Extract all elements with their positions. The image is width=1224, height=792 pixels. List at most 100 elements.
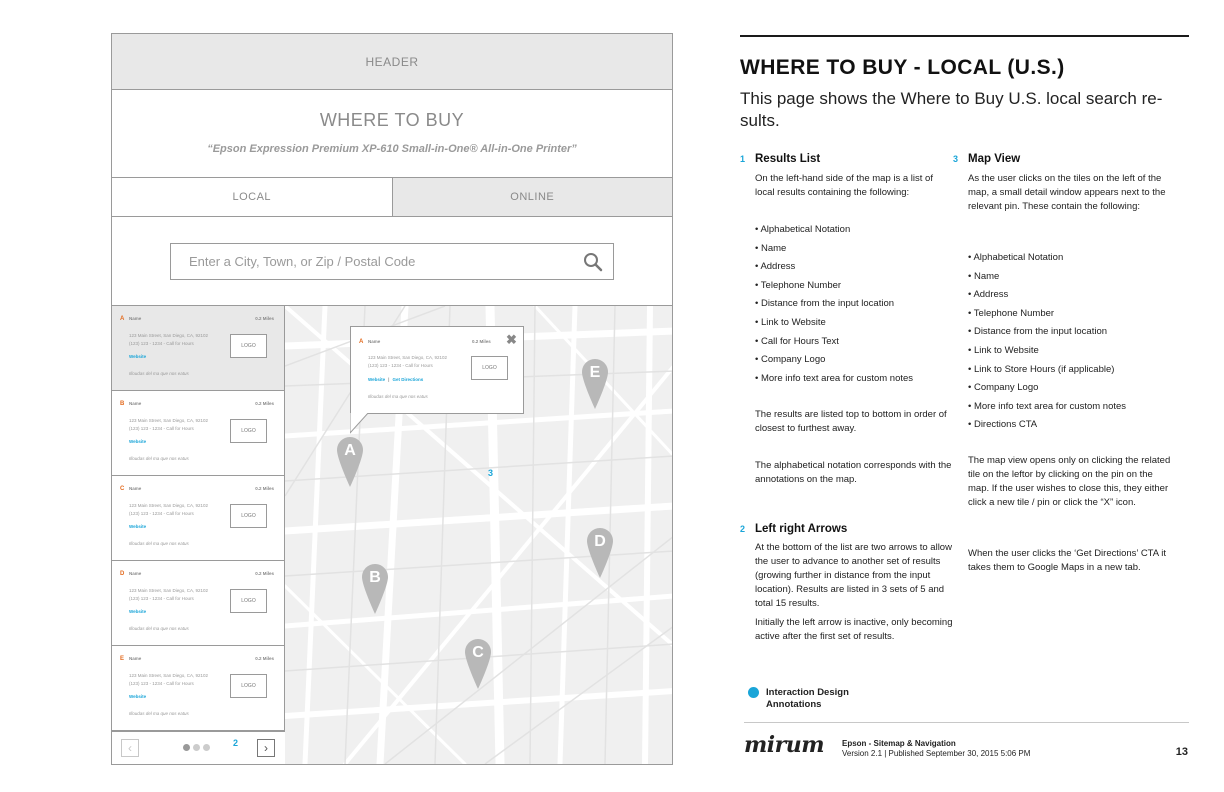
result-website-link[interactable]: Website (129, 609, 146, 614)
tab-local[interactable]: LOCAL (112, 178, 393, 216)
map-detail-popup: A Name 0.2 Miles ✖ 123 Main Street, San … (350, 326, 524, 414)
tab-online[interactable]: ONLINE (392, 178, 672, 216)
popup-website-link[interactable]: Website (368, 377, 385, 382)
result-phone: (123) 123 - 1234 - Call for Hours (129, 340, 194, 346)
page-dot-1[interactable] (183, 744, 190, 751)
list-item: • Call for Hours Text (755, 335, 839, 347)
result-address: 123 Main Street, San Diego, CA, 92102 (129, 673, 209, 678)
result-tile-d[interactable]: D Name 0.2 Miles 123 Main Street, San Di… (112, 561, 284, 646)
list-item: • Company Logo (755, 354, 826, 366)
tab-bar: LOCAL ONLINE (112, 178, 672, 217)
map-view-intro: As the user clicks on the tiles on the l… (968, 173, 1166, 212)
map-view-items: • Alphabetical Notation • Name • Address… (968, 251, 1126, 437)
result-address-block: 123 Main Street, San Diego, CA, 92102 (12… (129, 587, 208, 602)
list-item: • Alphabetical Notation (968, 252, 1064, 263)
map-pin-b[interactable]: B (362, 564, 388, 614)
popup-phone: (123) 123 - 1234 - Call for Hours (368, 362, 433, 368)
result-address-block: 123 Main Street, San Diego, CA, 92102 (12… (129, 502, 208, 517)
doc-subtitle: This page shows the Where to Buy U.S. lo… (740, 89, 1163, 130)
section-heading: Results List (755, 153, 821, 165)
result-address: 123 Main Street, San Diego, CA, 92102 (129, 333, 209, 338)
popup-distance: 0.2 Miles (472, 339, 491, 344)
result-note: Illoudas del ma que nos eatus (129, 456, 189, 461)
result-logo: LOGO (230, 504, 267, 528)
footer-doc-name: Epson - Sitemap & Navigation (842, 739, 956, 748)
popup-address: 123 Main Street, San Diego, CA, 92102 (368, 355, 448, 360)
results-notation-text: The alphabetical notation corresponds wi… (755, 460, 952, 485)
list-item: • Address (968, 289, 1009, 301)
result-note: Illoudas del ma que nos eatus (129, 711, 189, 716)
results-list-intro: On the left-hand side of the map is a li… (755, 173, 933, 198)
map-pin-c[interactable]: C (465, 639, 491, 689)
list-item: • Distance from the input location (968, 326, 1108, 338)
result-tile-e[interactable]: E Name 0.2 Miles 123 Main Street, San Di… (112, 646, 284, 731)
result-tile-b[interactable]: B Name 0.2 Miles 123 Main Street, San Di… (112, 391, 284, 476)
legend-line-2: Annotations (766, 699, 822, 710)
map-pin-d[interactable]: D (587, 528, 613, 578)
result-letter: B (120, 401, 125, 407)
result-distance: 0.2 Miles (255, 316, 274, 321)
result-tile-a[interactable]: A Name 0.2 Miles 123 Main Street, San Di… (112, 306, 284, 391)
result-distance: 0.2 Miles (255, 656, 274, 661)
wireframe-header: HEADER (112, 34, 672, 90)
result-logo: LOGO (230, 419, 267, 443)
result-logo: LOGO (230, 589, 267, 613)
popup-address-block: 123 Main Street, San Diego, CA, 92102 (12… (368, 354, 447, 369)
annotation-marker-3: 3 (488, 468, 494, 478)
map-view[interactable]: A B C D E 3 A Name 0.2 Miles ✖ 123 Main … (285, 306, 672, 764)
list-item: • Name (968, 270, 1000, 282)
search-icon[interactable] (583, 252, 603, 272)
result-phone: (123) 123 - 1234 - Call for Hours (129, 595, 194, 601)
page-dot-2[interactable] (193, 744, 200, 751)
list-item: • Link to Website (968, 344, 1039, 356)
annotation-marker-2: 2 (233, 738, 239, 748)
prev-arrow-button[interactable]: ‹ (121, 739, 139, 757)
page-dot-3[interactable] (203, 744, 210, 751)
popup-pointer (350, 413, 369, 434)
result-note: Illoudas del ma que nos eatus (129, 371, 189, 376)
result-address: 123 Main Street, San Diego, CA, 92102 (129, 588, 209, 593)
legend-text: Interaction Design Annotations (766, 687, 849, 711)
result-logo: LOGO (230, 674, 267, 698)
map-pin-a[interactable]: A (337, 437, 363, 487)
result-website-link[interactable]: Website (129, 524, 146, 529)
search-input[interactable] (171, 244, 571, 279)
result-website-link[interactable]: Website (129, 694, 146, 699)
list-item: • Directions CTA (968, 419, 1038, 431)
page-dots (183, 744, 210, 751)
list-item: • Distance from the input location (755, 298, 895, 310)
next-arrow-button[interactable]: › (257, 739, 275, 757)
results-pager: ‹ 2 › (112, 731, 285, 764)
result-letter: D (120, 571, 125, 577)
get-directions-link[interactable]: Get Directions (392, 377, 423, 382)
result-address: 123 Main Street, San Diego, CA, 92102 (129, 418, 209, 423)
results-and-map: A Name 0.2 Miles 123 Main Street, San Di… (112, 306, 672, 764)
popup-name: Name (368, 339, 381, 344)
pin-letter: A (344, 442, 356, 459)
result-address-block: 123 Main Street, San Diego, CA, 92102 (12… (129, 417, 208, 432)
results-order-text: The results are listed top to bottom in … (755, 409, 947, 434)
result-website-link[interactable]: Website (129, 439, 146, 444)
result-phone: (123) 123 - 1234 - Call for Hours (129, 680, 194, 686)
arrows-body: At the bottom of the list are two arrows… (755, 542, 952, 609)
result-website-link[interactable]: Website (129, 354, 146, 359)
map-pin-e[interactable]: E (582, 359, 608, 409)
footer-meta: Epson - Sitemap & Navigation Version 2.1… (842, 739, 1030, 759)
result-letter: C (120, 486, 125, 492)
link-separator: | (388, 377, 390, 382)
list-item: • Company Logo (968, 382, 1039, 394)
page-title: WHERE TO BUY (319, 110, 465, 130)
legend-line-1: Interaction Design (766, 687, 849, 698)
list-item: • Name (755, 242, 787, 254)
list-item: • Telephone Number (968, 307, 1055, 319)
wireframe: HEADER WHERE TO BUY “Epson Expression Pr… (111, 33, 673, 765)
section-heading: Left right Arrows (755, 523, 848, 535)
close-icon[interactable]: ✖ (506, 333, 517, 346)
list-item: • Alphabetical Notation (755, 224, 851, 235)
page-title-block: WHERE TO BUY “Epson Expression Premium X… (112, 90, 672, 178)
popup-note: Illoudas del ma que nos eatus (368, 394, 428, 399)
result-tile-c[interactable]: C Name 0.2 Miles 123 Main Street, San Di… (112, 476, 284, 561)
list-item: • Link to Store Hours (if applicable) (968, 363, 1115, 375)
annotation-document: WHERE TO BUY - LOCAL (U.S.) This page sh… (740, 0, 1190, 792)
result-name: Name (129, 571, 142, 576)
